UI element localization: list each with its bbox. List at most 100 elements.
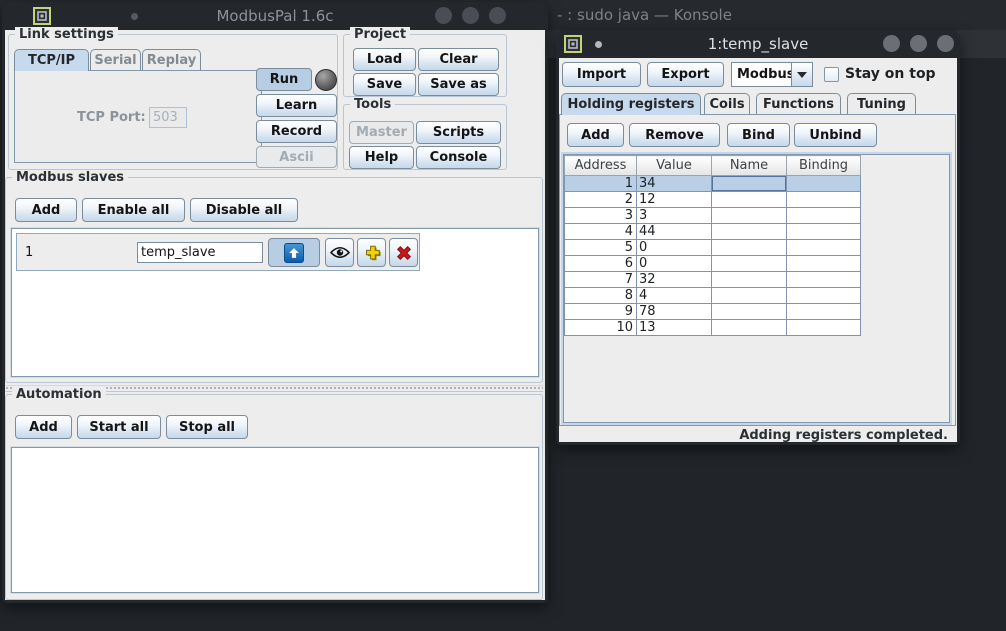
clear-button[interactable]: Clear <box>418 48 499 71</box>
cell-value[interactable]: 4 <box>637 288 712 304</box>
record-button[interactable]: Record <box>256 120 337 143</box>
slave-enable-toggle[interactable] <box>268 238 320 267</box>
column-header-binding[interactable]: Binding <box>787 156 861 176</box>
run-button[interactable]: Run <box>256 68 312 91</box>
ascii-button[interactable]: Ascii <box>256 146 337 168</box>
cell-binding[interactable] <box>787 320 861 336</box>
tab-tuning[interactable]: Tuning <box>847 93 916 114</box>
register-row[interactable]: 1013 <box>565 320 861 336</box>
register-row[interactable]: 60 <box>565 256 861 272</box>
slave-automation-button[interactable] <box>357 238 386 267</box>
tab-functions[interactable]: Functions <box>756 93 841 114</box>
cell-name[interactable] <box>712 192 787 208</box>
slave-delete-button[interactable] <box>389 238 418 267</box>
stay-on-top-checkbox[interactable] <box>824 67 839 82</box>
cell-address[interactable]: 6 <box>565 256 637 272</box>
save-as-button[interactable]: Save as <box>418 73 499 96</box>
slave-add-button[interactable]: Add <box>15 198 77 222</box>
chevron-down-icon[interactable] <box>791 62 813 87</box>
cell-value[interactable]: 78 <box>637 304 712 320</box>
cell-binding[interactable] <box>787 272 861 288</box>
master-button[interactable]: Master <box>349 121 414 144</box>
cell-name[interactable] <box>712 288 787 304</box>
cell-value[interactable]: 0 <box>637 256 712 272</box>
stop-all-button[interactable]: Stop all <box>166 415 248 439</box>
scripts-button[interactable]: Scripts <box>416 121 501 144</box>
cell-name[interactable] <box>712 256 787 272</box>
implementation-combobox[interactable]: Modbus <box>731 62 813 87</box>
cell-address[interactable]: 8 <box>565 288 637 304</box>
tcp-port-input[interactable] <box>149 107 187 128</box>
register-row[interactable]: 134 <box>565 176 861 192</box>
export-button[interactable]: Export <box>647 62 724 87</box>
maximize-button[interactable] <box>462 7 479 24</box>
cell-name[interactable] <box>712 240 787 256</box>
import-button[interactable]: Import <box>562 62 641 87</box>
slave-name-input[interactable] <box>137 242 263 263</box>
cell-value[interactable]: 13 <box>637 320 712 336</box>
registers-scrollpane[interactable]: Address Value Name Binding 1342123344450… <box>561 152 952 425</box>
cell-binding[interactable] <box>787 208 861 224</box>
register-row[interactable]: 50 <box>565 240 861 256</box>
register-remove-button[interactable]: Remove <box>629 123 720 147</box>
cell-address[interactable]: 7 <box>565 272 637 288</box>
automation-add-button[interactable]: Add <box>15 415 72 439</box>
disable-all-button[interactable]: Disable all <box>190 198 298 222</box>
cell-binding[interactable] <box>787 176 861 192</box>
minimize-button[interactable] <box>435 7 452 24</box>
help-button[interactable]: Help <box>349 146 414 169</box>
column-header-value[interactable]: Value <box>637 156 712 176</box>
minimize-button[interactable] <box>883 35 900 52</box>
cell-binding[interactable] <box>787 192 861 208</box>
cell-binding[interactable] <box>787 240 861 256</box>
cell-name[interactable] <box>712 304 787 320</box>
cell-binding[interactable] <box>787 256 861 272</box>
column-header-address[interactable]: Address <box>565 156 637 176</box>
cell-address[interactable]: 2 <box>565 192 637 208</box>
register-row[interactable]: 444 <box>565 224 861 240</box>
cell-value[interactable]: 44 <box>637 224 712 240</box>
close-button[interactable] <box>937 35 954 52</box>
save-button[interactable]: Save <box>353 73 416 96</box>
registers-table[interactable]: Address Value Name Binding 1342123344450… <box>564 155 861 336</box>
cell-address[interactable]: 9 <box>565 304 637 320</box>
modbuspal-titlebar[interactable]: ModbusPal 1.6c <box>2 2 548 30</box>
cell-name[interactable] <box>712 272 787 288</box>
cell-value[interactable]: 0 <box>637 240 712 256</box>
cell-address[interactable]: 3 <box>565 208 637 224</box>
cell-value[interactable]: 12 <box>637 192 712 208</box>
cell-value[interactable]: 32 <box>637 272 712 288</box>
cell-address[interactable]: 4 <box>565 224 637 240</box>
tab-holding-registers[interactable]: Holding registers <box>561 93 701 115</box>
register-row[interactable]: 33 <box>565 208 861 224</box>
learn-button[interactable]: Learn <box>256 94 337 117</box>
register-row[interactable]: 978 <box>565 304 861 320</box>
cell-binding[interactable] <box>787 288 861 304</box>
register-add-button[interactable]: Add <box>567 123 624 147</box>
register-row[interactable]: 84 <box>565 288 861 304</box>
slave-editor-titlebar[interactable]: 1:temp_slave <box>556 30 960 58</box>
load-button[interactable]: Load <box>353 48 416 71</box>
maximize-button[interactable] <box>910 35 927 52</box>
cell-value[interactable]: 3 <box>637 208 712 224</box>
cell-address[interactable]: 10 <box>565 320 637 336</box>
slave-row[interactable]: 1 <box>16 233 420 271</box>
cell-name[interactable] <box>712 224 787 240</box>
console-button[interactable]: Console <box>416 146 501 169</box>
cell-binding[interactable] <box>787 304 861 320</box>
enable-all-button[interactable]: Enable all <box>82 198 185 222</box>
close-button[interactable] <box>489 7 506 24</box>
column-header-name[interactable]: Name <box>712 156 787 176</box>
start-all-button[interactable]: Start all <box>77 415 161 439</box>
cell-name[interactable] <box>712 320 787 336</box>
register-bind-button[interactable]: Bind <box>727 123 790 147</box>
cell-name[interactable] <box>712 208 787 224</box>
tab-coils[interactable]: Coils <box>704 93 750 114</box>
cell-name[interactable] <box>712 176 787 192</box>
cell-value[interactable]: 34 <box>637 176 712 192</box>
register-unbind-button[interactable]: Unbind <box>794 123 877 147</box>
register-row[interactable]: 212 <box>565 192 861 208</box>
cell-address[interactable]: 5 <box>565 240 637 256</box>
cell-binding[interactable] <box>787 224 861 240</box>
cell-address[interactable]: 1 <box>565 176 637 192</box>
